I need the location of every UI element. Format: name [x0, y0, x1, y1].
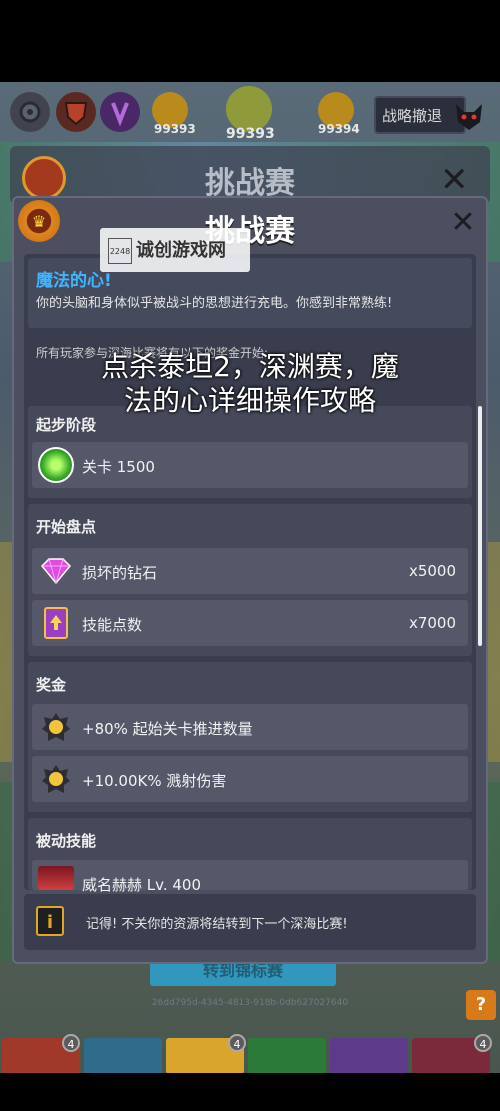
demon-face-icon [452, 100, 486, 134]
info-icon: i [36, 906, 64, 936]
passive-portrait-icon [38, 866, 74, 890]
inventory-value: x5000 [408, 562, 456, 580]
tab-heroes[interactable] [84, 1038, 162, 1074]
passive-title: 被动技能 [36, 832, 97, 850]
watermark-logo: 22 48 诚创游戏网 [100, 228, 250, 272]
note-text: 记得! 不关你的资源将结转到下一个深海比赛! [86, 917, 348, 932]
bonus-row: +10.00K% 溅射伤害 [32, 756, 468, 802]
bonus-title: 奖金 [36, 676, 67, 694]
tab-badge: 4 [62, 1034, 80, 1052]
diamond-icon [38, 553, 74, 589]
coin-center-value: 99393 [226, 126, 275, 142]
watermark-brand: 诚创游戏网 [136, 240, 226, 261]
uuid-text: 26dd795d-4345-4813-918b-0db627027640 [151, 998, 349, 1008]
strategic-retreat-label: 战略撤退 [382, 106, 443, 125]
close-icon[interactable]: ✕ [446, 206, 480, 240]
bonus-row: +80% 起始关卡推进数量 [32, 704, 468, 750]
bonus-label: +80% 起始关卡推进数量 [82, 720, 253, 738]
inventory-value: x7000 [408, 614, 456, 632]
tab-badge: 4 [228, 1034, 246, 1052]
inventory-label: 技能点数 [82, 616, 143, 634]
start-inventory-title: 开始盘点 [36, 518, 97, 536]
gear-icon[interactable] [10, 92, 50, 132]
inventory-label: 损坏的钻石 [82, 564, 158, 582]
bottom-letterbox [0, 1073, 500, 1111]
background-close-icon: ✕ [440, 160, 469, 200]
stage-orb-icon [38, 447, 74, 483]
dialog-title: 挑战赛 [205, 214, 295, 249]
overlay-article-title: 点杀泰坦2，深渊赛，魔法的心详细操作攻略 [0, 350, 500, 418]
passive-label: 威名赫赫 Lv. 400 [82, 876, 202, 894]
inventory-row: 损坏的钻石 x5000 [32, 548, 468, 594]
bonus-label: +10.00K% 溅射伤害 [82, 772, 227, 790]
carry-over-note: i 记得! 不关你的资源将结转到下一个深海比赛! [24, 894, 476, 950]
tab-badge: 4 [474, 1034, 492, 1052]
top-letterbox [0, 0, 500, 82]
coin-right-value: 99394 [318, 122, 360, 136]
game-screen: 99393 99393 99394 战略撤退 挑战赛 ✕ 转到锦标赛 26dd7… [0, 0, 500, 1111]
tab-pets[interactable] [248, 1038, 326, 1074]
hero-token-icon [38, 709, 74, 745]
bottom-tab-bar: 4 4 4 [0, 1034, 500, 1076]
artifact-icon[interactable] [100, 92, 140, 132]
hero-token-icon [38, 761, 74, 797]
passive-row: 威名赫赫 Lv. 400 [32, 860, 468, 894]
scrollbar[interactable] [478, 406, 482, 646]
qr-code-icon: 22 48 [108, 238, 132, 264]
info-text: 你的头脑和身体似乎被战斗的思想进行充电。你感到非常熟练! [36, 296, 393, 311]
inventory-row: 技能点数 x7000 [32, 600, 468, 646]
coin-left-value: 99393 [154, 122, 196, 136]
overlay-title-text: 点杀泰坦2，深渊赛，魔法的心详细操作攻略 [101, 350, 399, 417]
clan-shield-icon[interactable] [56, 92, 96, 132]
tab-artifacts[interactable] [330, 1038, 408, 1074]
start-stage-label: 关卡 1500 [82, 458, 155, 476]
skill-book-icon [38, 605, 74, 641]
help-button[interactable]: ? [466, 990, 496, 1020]
start-stage-row: 关卡 1500 [32, 442, 468, 488]
